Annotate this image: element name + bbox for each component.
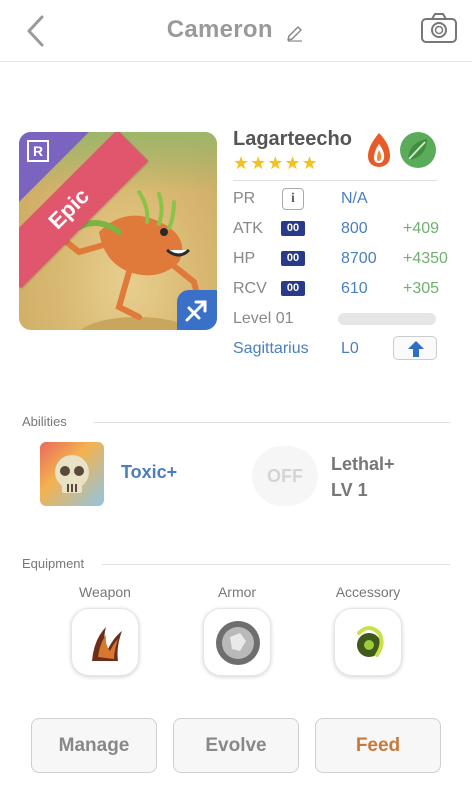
stat-bonus-hp: +4350 [403, 250, 448, 267]
stat-bonus-rcv: +305 [403, 280, 440, 297]
header-bar: Cameron [0, 0, 472, 62]
equip-slot-accessory[interactable] [334, 608, 402, 676]
ability-name-lethal[interactable]: Lethal+ [331, 454, 395, 475]
accessory-orb-icon [357, 626, 384, 657]
stat-row-level: Level 01 [233, 308, 443, 330]
stat-row-sign: Sagittarius L0 [233, 336, 443, 360]
stat-bonus-atk: +409 [403, 220, 440, 237]
equipment-heading: Equipment [22, 556, 85, 571]
creature-name: Lagarteecho [233, 128, 352, 150]
zodiac-sign-name[interactable]: Sagittarius [233, 338, 309, 360]
plus-tag-hp: 00 [281, 251, 305, 266]
star-rating: ★★★★★ [233, 153, 319, 173]
stat-label-pr: PR [233, 190, 256, 207]
leaf-icon [400, 132, 436, 168]
stat-label-atk: ATK [233, 220, 263, 237]
zodiac-sign-level: L0 [341, 340, 359, 357]
fire-icon [368, 133, 390, 167]
sagittarius-arrow-icon [185, 300, 207, 322]
equip-label-accessory: Accessory [335, 584, 401, 600]
evolve-button[interactable]: Evolve [173, 718, 299, 773]
stat-row-rcv: RCV 00 610 +305 [233, 278, 453, 300]
xp-progress-bar [338, 313, 436, 325]
plus-tag-atk: 00 [281, 221, 305, 236]
skull-icon [55, 455, 89, 493]
info-icon[interactable]: i [282, 188, 304, 210]
stat-value-atk: 800 [341, 220, 368, 237]
stat-row-pr: PR i N/A [233, 188, 443, 210]
stat-value-hp: 8700 [341, 250, 377, 267]
manage-button[interactable]: Manage [31, 718, 157, 773]
upgrade-button[interactable] [393, 336, 437, 360]
equipment-divider [102, 564, 450, 565]
armor-shield-icon [216, 621, 260, 665]
arrow-up-icon [408, 341, 424, 357]
equip-label-weapon: Weapon [79, 584, 131, 600]
name-divider [233, 180, 437, 181]
title-container: Cameron [0, 16, 472, 44]
stat-value-rcv: 610 [341, 280, 368, 297]
stat-label-hp: HP [233, 250, 256, 267]
page-title: Cameron [166, 16, 273, 43]
edit-pencil-icon[interactable] [285, 23, 305, 43]
ability-off-badge[interactable]: OFF [252, 446, 318, 506]
abilities-divider [94, 422, 450, 423]
stat-value-pr: N/A [341, 190, 368, 207]
stat-label-rcv: RCV [233, 280, 267, 297]
stat-row-hp: HP 00 8700 +4350 [233, 248, 453, 270]
abilities-heading: Abilities [22, 414, 67, 429]
stat-row-atk: ATK 00 800 +409 [233, 218, 453, 240]
equip-slot-armor[interactable] [203, 608, 271, 676]
weapon-claw-icon [92, 627, 122, 661]
equip-label-armor: Armor [217, 584, 257, 600]
rarity-letter-badge: R [27, 140, 49, 162]
camera-icon[interactable] [420, 12, 458, 44]
toxic-skull-icon[interactable] [40, 442, 104, 506]
ability-name-toxic[interactable]: Toxic+ [121, 462, 177, 483]
ability-level-lethal: LV 1 [331, 480, 368, 500]
creature-portrait[interactable]: Epic R [19, 132, 217, 330]
level-label: Level 01 [233, 310, 294, 327]
sagittarius-sign-badge [177, 290, 217, 330]
equip-slot-weapon[interactable] [71, 608, 139, 676]
plus-tag-rcv: 00 [281, 281, 305, 296]
feed-button[interactable]: Feed [315, 718, 441, 773]
